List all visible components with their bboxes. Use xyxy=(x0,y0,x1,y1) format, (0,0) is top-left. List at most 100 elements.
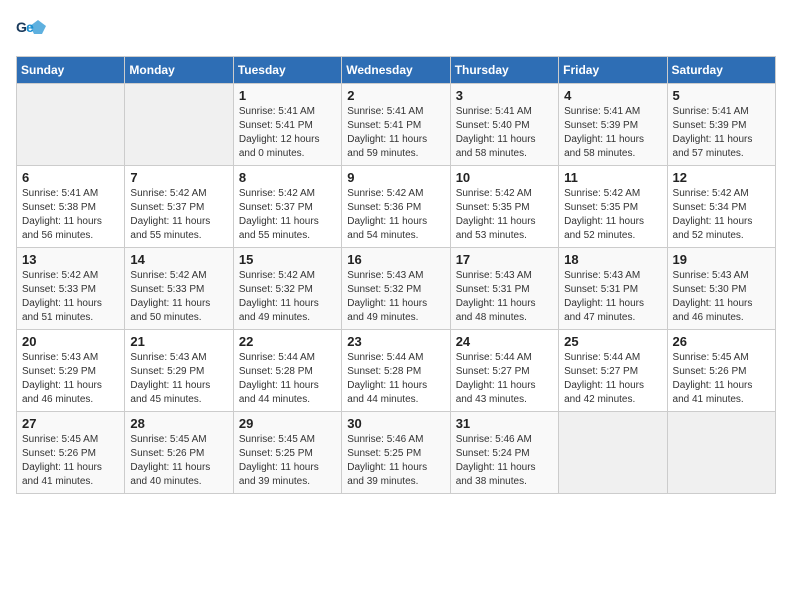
calendar-cell: 14 Sunrise: 5:42 AM Sunset: 5:33 PM Dayli… xyxy=(125,248,233,330)
day-number: 24 xyxy=(456,334,553,349)
calendar-week-row: 13 Sunrise: 5:42 AM Sunset: 5:33 PM Dayli… xyxy=(17,248,776,330)
calendar-cell: 9 Sunrise: 5:42 AM Sunset: 5:36 PM Daylig… xyxy=(342,166,450,248)
day-info: Sunrise: 5:42 AM Sunset: 5:34 PM Dayligh… xyxy=(673,188,753,241)
day-number: 3 xyxy=(456,88,553,103)
calendar-cell xyxy=(125,84,233,166)
calendar-cell xyxy=(17,84,125,166)
calendar-cell: 11Sunrise: 5:42 AM Sunset: 5:35 PM Dayli… xyxy=(559,166,667,248)
day-number: 10 xyxy=(456,170,553,185)
day-number: 12 xyxy=(673,170,770,185)
day-number: 29 xyxy=(239,416,336,431)
calendar-cell: 28Sunrise: 5:45 AM Sunset: 5:26 PM Dayli… xyxy=(125,412,233,494)
calendar-cell: 6 Sunrise: 5:41 AM Sunset: 5:38 PM Daylig… xyxy=(17,166,125,248)
day-number: 18 xyxy=(564,252,661,267)
day-header-saturday: Saturday xyxy=(667,57,775,84)
day-info: Sunrise: 5:43 AM Sunset: 5:29 PM Dayligh… xyxy=(130,352,210,405)
day-info: Sunrise: 5:42 AM Sunset: 5:36 PM Dayligh… xyxy=(347,188,427,241)
calendar-cell: 25Sunrise: 5:44 AM Sunset: 5:27 PM Dayli… xyxy=(559,330,667,412)
calendar-cell: 23 Sunrise: 5:44 AM Sunset: 5:28 PM Dayli… xyxy=(342,330,450,412)
day-number: 19 xyxy=(673,252,770,267)
calendar-week-row: 27 Sunrise: 5:45 AM Sunset: 5:26 PM Dayli… xyxy=(17,412,776,494)
day-info: Sunrise: 5:41 AM Sunset: 5:39 PM Dayligh… xyxy=(673,106,753,159)
day-info: Sunrise: 5:41 AM Sunset: 5:38 PM Dayligh… xyxy=(22,188,102,241)
calendar-cell: 30 Sunrise: 5:46 AM Sunset: 5:25 PM Dayli… xyxy=(342,412,450,494)
day-number: 15 xyxy=(239,252,336,267)
calendar-cell: 31Sunrise: 5:46 AM Sunset: 5:24 PM Dayli… xyxy=(450,412,558,494)
calendar-cell: 22 Sunrise: 5:44 AM Sunset: 5:28 PM Dayli… xyxy=(233,330,341,412)
day-number: 9 xyxy=(347,170,444,185)
day-number: 30 xyxy=(347,416,444,431)
day-number: 5 xyxy=(673,88,770,103)
calendar-cell: 27 Sunrise: 5:45 AM Sunset: 5:26 PM Dayli… xyxy=(17,412,125,494)
calendar-week-row: 1 Sunrise: 5:41 AM Sunset: 5:41 PM Daylig… xyxy=(17,84,776,166)
calendar-cell: 10 Sunrise: 5:42 AM Sunset: 5:35 PM Dayli… xyxy=(450,166,558,248)
day-number: 13 xyxy=(22,252,119,267)
day-header-tuesday: Tuesday xyxy=(233,57,341,84)
calendar-table: SundayMondayTuesdayWednesdayThursdayFrid… xyxy=(16,56,776,494)
day-number: 14 xyxy=(130,252,227,267)
day-info: Sunrise: 5:45 AM Sunset: 5:26 PM Dayligh… xyxy=(22,434,102,487)
day-info: Sunrise: 5:46 AM Sunset: 5:25 PM Dayligh… xyxy=(347,434,427,487)
calendar-cell: 26 Sunrise: 5:45 AM Sunset: 5:26 PM Dayli… xyxy=(667,330,775,412)
calendar-week-row: 6 Sunrise: 5:41 AM Sunset: 5:38 PM Daylig… xyxy=(17,166,776,248)
day-info: Sunrise: 5:42 AM Sunset: 5:35 PM Dayligh… xyxy=(564,188,644,241)
day-number: 22 xyxy=(239,334,336,349)
day-number: 8 xyxy=(239,170,336,185)
day-header-wednesday: Wednesday xyxy=(342,57,450,84)
day-info: Sunrise: 5:43 AM Sunset: 5:31 PM Dayligh… xyxy=(456,270,536,323)
day-info: Sunrise: 5:41 AM Sunset: 5:41 PM Dayligh… xyxy=(347,106,427,159)
day-header-sunday: Sunday xyxy=(17,57,125,84)
day-info: Sunrise: 5:45 AM Sunset: 5:25 PM Dayligh… xyxy=(239,434,319,487)
calendar-cell: 1 Sunrise: 5:41 AM Sunset: 5:41 PM Daylig… xyxy=(233,84,341,166)
day-header-monday: Monday xyxy=(125,57,233,84)
day-number: 27 xyxy=(22,416,119,431)
day-info: Sunrise: 5:44 AM Sunset: 5:28 PM Dayligh… xyxy=(347,352,427,405)
logo: G e xyxy=(16,16,50,46)
day-info: Sunrise: 5:43 AM Sunset: 5:29 PM Dayligh… xyxy=(22,352,102,405)
day-number: 20 xyxy=(22,334,119,349)
calendar-cell: 18 Sunrise: 5:43 AM Sunset: 5:31 PM Dayli… xyxy=(559,248,667,330)
day-number: 23 xyxy=(347,334,444,349)
calendar-cell: 16Sunrise: 5:43 AM Sunset: 5:32 PM Dayli… xyxy=(342,248,450,330)
day-info: Sunrise: 5:42 AM Sunset: 5:33 PM Dayligh… xyxy=(130,270,210,323)
day-info: Sunrise: 5:42 AM Sunset: 5:33 PM Dayligh… xyxy=(22,270,102,323)
day-info: Sunrise: 5:42 AM Sunset: 5:32 PM Dayligh… xyxy=(239,270,319,323)
day-number: 31 xyxy=(456,416,553,431)
day-info: Sunrise: 5:41 AM Sunset: 5:40 PM Dayligh… xyxy=(456,106,536,159)
day-info: Sunrise: 5:42 AM Sunset: 5:37 PM Dayligh… xyxy=(130,188,210,241)
calendar-cell: 3 Sunrise: 5:41 AM Sunset: 5:40 PM Daylig… xyxy=(450,84,558,166)
calendar-cell xyxy=(559,412,667,494)
calendar-cell: 12 Sunrise: 5:42 AM Sunset: 5:34 PM Dayli… xyxy=(667,166,775,248)
day-info: Sunrise: 5:45 AM Sunset: 5:26 PM Dayligh… xyxy=(130,434,210,487)
day-number: 4 xyxy=(564,88,661,103)
calendar-cell: 15 Sunrise: 5:42 AM Sunset: 5:32 PM Dayli… xyxy=(233,248,341,330)
calendar-week-row: 20 Sunrise: 5:43 AM Sunset: 5:29 PM Dayli… xyxy=(17,330,776,412)
calendar-header-row: SundayMondayTuesdayWednesdayThursdayFrid… xyxy=(17,57,776,84)
day-number: 6 xyxy=(22,170,119,185)
day-info: Sunrise: 5:45 AM Sunset: 5:26 PM Dayligh… xyxy=(673,352,753,405)
day-number: 25 xyxy=(564,334,661,349)
day-header-thursday: Thursday xyxy=(450,57,558,84)
calendar-cell xyxy=(667,412,775,494)
calendar-cell: 4Sunrise: 5:41 AM Sunset: 5:39 PM Daylig… xyxy=(559,84,667,166)
day-info: Sunrise: 5:42 AM Sunset: 5:35 PM Dayligh… xyxy=(456,188,536,241)
calendar-cell: 7 Sunrise: 5:42 AM Sunset: 5:37 PM Daylig… xyxy=(125,166,233,248)
day-header-friday: Friday xyxy=(559,57,667,84)
day-info: Sunrise: 5:44 AM Sunset: 5:28 PM Dayligh… xyxy=(239,352,319,405)
day-number: 7 xyxy=(130,170,227,185)
day-info: Sunrise: 5:43 AM Sunset: 5:30 PM Dayligh… xyxy=(673,270,753,323)
day-number: 26 xyxy=(673,334,770,349)
calendar-cell: 24 Sunrise: 5:44 AM Sunset: 5:27 PM Dayli… xyxy=(450,330,558,412)
day-number: 1 xyxy=(239,88,336,103)
day-number: 2 xyxy=(347,88,444,103)
day-number: 21 xyxy=(130,334,227,349)
day-info: Sunrise: 5:41 AM Sunset: 5:41 PM Dayligh… xyxy=(239,106,320,159)
day-info: Sunrise: 5:43 AM Sunset: 5:31 PM Dayligh… xyxy=(564,270,644,323)
calendar-cell: 17Sunrise: 5:43 AM Sunset: 5:31 PM Dayli… xyxy=(450,248,558,330)
calendar-cell: 13 Sunrise: 5:42 AM Sunset: 5:33 PM Dayli… xyxy=(17,248,125,330)
calendar-cell: 5 Sunrise: 5:41 AM Sunset: 5:39 PM Daylig… xyxy=(667,84,775,166)
calendar-cell: 21 Sunrise: 5:43 AM Sunset: 5:29 PM Dayli… xyxy=(125,330,233,412)
day-info: Sunrise: 5:43 AM Sunset: 5:32 PM Dayligh… xyxy=(347,270,427,323)
calendar-cell: 8Sunrise: 5:42 AM Sunset: 5:37 PM Daylig… xyxy=(233,166,341,248)
day-info: Sunrise: 5:44 AM Sunset: 5:27 PM Dayligh… xyxy=(456,352,536,405)
